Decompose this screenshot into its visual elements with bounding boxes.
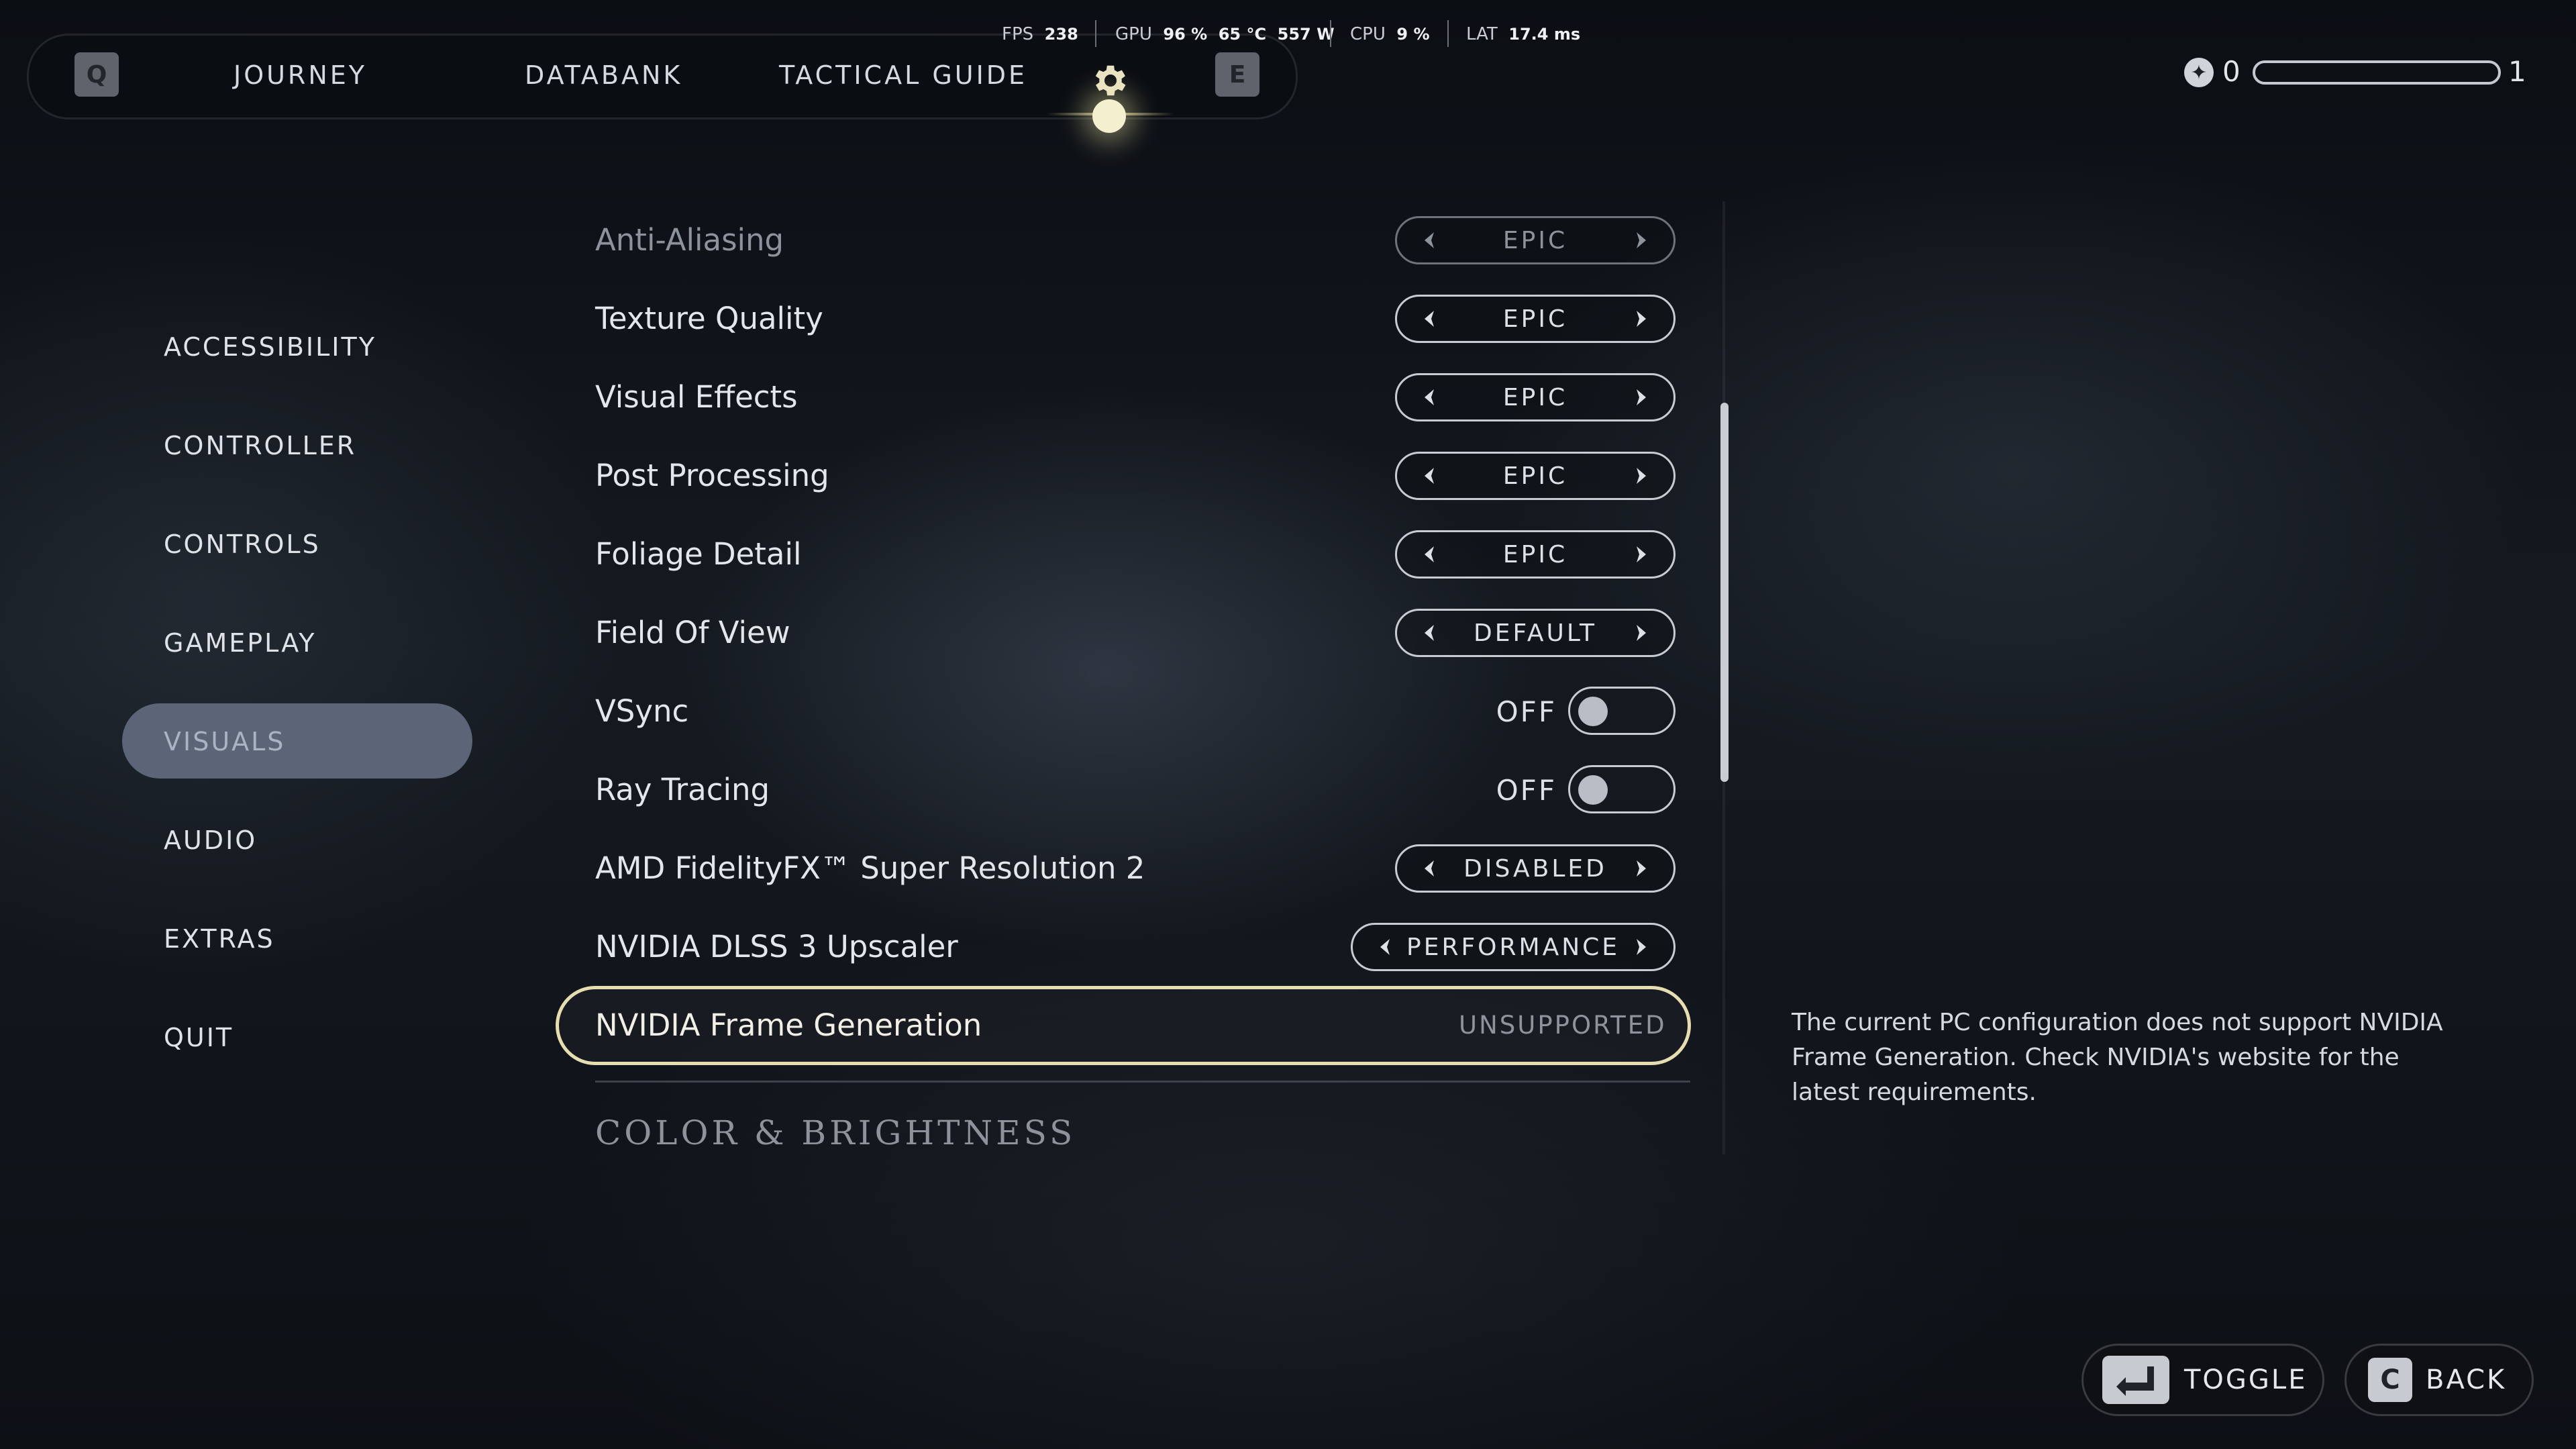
arrow-right-icon[interactable] [1628, 934, 1653, 960]
selector-visual-effects[interactable]: EPIC [1395, 373, 1676, 421]
selector-value: EPIC [1502, 305, 1568, 333]
arrow-left-icon[interactable] [1373, 934, 1398, 960]
setting-label-post-processing: Post Processing [595, 458, 829, 493]
sidebar-item-audio[interactable]: AUDIO [164, 824, 257, 856]
setting-label-texture-quality: Texture Quality [595, 301, 823, 336]
sidebar-item-accessibility[interactable]: ACCESSIBILITY [164, 331, 376, 363]
back-button-label: BACK [2426, 1364, 2507, 1395]
arrow-right-icon[interactable] [1628, 228, 1653, 253]
arrow-left-icon[interactable] [1417, 620, 1443, 646]
skill-points-count: 0 [2222, 55, 2240, 88]
perf-fps: FPS 238 [1002, 24, 1078, 44]
sidebar-item-quit[interactable]: QUIT [164, 1021, 234, 1054]
sidebar-item-controller[interactable]: CONTROLLER [164, 430, 356, 462]
setting-label-dlss: NVIDIA DLSS 3 Upscaler [595, 929, 958, 964]
tab-tactical-guide[interactable]: TACTICAL GUIDE [779, 59, 1027, 91]
sidebar-item-gameplay[interactable]: GAMEPLAY [164, 627, 316, 659]
sidebar-item-extras[interactable]: EXTRAS [164, 923, 275, 955]
arrow-right-icon[interactable] [1628, 385, 1653, 410]
scrollbar-thumb[interactable] [1720, 403, 1729, 782]
tab-databank[interactable]: DATABANK [525, 59, 682, 91]
selector-value: DISABLED [1463, 854, 1607, 883]
back-button[interactable]: C BACK [2345, 1344, 2534, 1416]
setting-label-vsync: VSync [595, 693, 689, 729]
c-key-icon: C [2368, 1358, 2412, 1402]
vsync-toggle[interactable] [1568, 687, 1676, 735]
perf-separator [1447, 20, 1449, 47]
arrow-left-icon[interactable] [1417, 306, 1443, 332]
next-tab-key-e[interactable]: E [1215, 52, 1259, 97]
tab-journey[interactable]: JOURNEY [234, 59, 367, 91]
setting-label-fsr2: AMD FidelityFX™ Super Resolution 2 [595, 850, 1145, 886]
next-level-number: 1 [2508, 55, 2526, 88]
active-tab-indicator [1092, 99, 1126, 133]
section-header-color-brightness: COLOR & BRIGHTNESS [595, 1113, 1076, 1152]
ray-tracing-toggle[interactable] [1568, 765, 1676, 813]
setting-label-field-of-view: Field Of View [595, 615, 790, 650]
perf-separator [1095, 20, 1096, 47]
selector-texture-quality[interactable]: EPIC [1395, 295, 1676, 343]
arrow-left-icon[interactable] [1417, 542, 1443, 567]
selector-value: DEFAULT [1474, 619, 1597, 647]
selector-value: EPIC [1502, 462, 1568, 490]
selector-anti-aliasing[interactable]: EPIC [1395, 216, 1676, 264]
frame-generation-status: UNSUPPORTED [1459, 1011, 1667, 1040]
selector-field-of-view[interactable]: DEFAULT [1395, 609, 1676, 657]
sidebar-item-controls[interactable]: CONTROLS [164, 528, 321, 560]
prev-tab-key-q[interactable]: Q [74, 52, 119, 97]
selector-value: PERFORMANCE [1406, 933, 1620, 961]
selector-dlss[interactable]: PERFORMANCE [1351, 923, 1676, 971]
section-divider [595, 1081, 1690, 1083]
toggle-knob [1578, 697, 1608, 726]
selector-fsr2[interactable]: DISABLED [1395, 844, 1676, 893]
xp-progress-bar [2253, 60, 2501, 85]
setting-description: The current PC configuration does not su… [1792, 1009, 2443, 1106]
setting-label-ray-tracing: Ray Tracing [595, 772, 770, 807]
arrow-left-icon[interactable] [1417, 385, 1443, 410]
sidebar-item-visuals[interactable]: VISUALS [164, 726, 285, 758]
arrow-right-icon[interactable] [1628, 306, 1653, 332]
arrow-left-icon[interactable] [1417, 856, 1443, 881]
skill-point-icon: ✦ [2184, 58, 2214, 87]
selector-post-processing[interactable]: EPIC [1395, 452, 1676, 500]
arrow-right-icon[interactable] [1628, 856, 1653, 881]
selector-value: EPIC [1502, 540, 1568, 568]
arrow-left-icon[interactable] [1417, 463, 1443, 489]
perf-cpu: CPU 9 % [1350, 24, 1430, 44]
toggle-knob [1578, 775, 1608, 805]
toggle-button[interactable]: TOGGLE [2081, 1344, 2324, 1416]
arrow-right-icon[interactable] [1628, 542, 1653, 567]
setting-label-foliage-detail: Foliage Detail [595, 536, 802, 572]
arrow-right-icon[interactable] [1628, 620, 1653, 646]
setting-label-visual-effects: Visual Effects [595, 379, 798, 415]
ray-tracing-state-label: OFF [1496, 774, 1557, 807]
arrow-right-icon[interactable] [1628, 463, 1653, 489]
toggle-button-label: TOGGLE [2184, 1364, 2308, 1395]
selector-value: EPIC [1502, 383, 1568, 411]
perf-separator [1330, 20, 1331, 47]
vsync-state-label: OFF [1496, 695, 1557, 728]
selector-value: EPIC [1502, 226, 1568, 254]
gear-icon [1095, 65, 1126, 96]
perf-latency: LAT 17.4 ms [1466, 24, 1581, 44]
setting-label-frame-generation: NVIDIA Frame Generation [595, 1007, 982, 1043]
selector-foliage-detail[interactable]: EPIC [1395, 530, 1676, 579]
arrow-left-icon[interactable] [1417, 228, 1443, 253]
setting-label-anti-aliasing: Anti-Aliasing [595, 222, 784, 258]
perf-gpu: GPU 96 % 65 °C 557 W [1115, 24, 1335, 44]
enter-key-icon [2102, 1356, 2169, 1404]
